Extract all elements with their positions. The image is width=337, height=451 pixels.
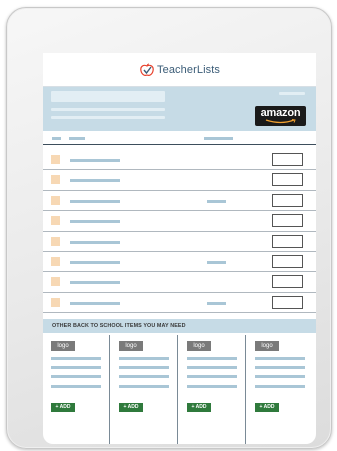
- list-item: [43, 210, 316, 232]
- list-item: [43, 190, 316, 212]
- product-text-placeholder: [119, 375, 169, 378]
- product-text-placeholder: [51, 385, 101, 388]
- add-product-button[interactable]: + ADD: [51, 403, 75, 412]
- item-checkbox[interactable]: [51, 277, 60, 287]
- tablet-screen: TeacherLists amazon OTHER BACK TO SCHOOL…: [43, 53, 316, 444]
- product-text-placeholder: [51, 366, 101, 369]
- product-text-placeholder: [255, 366, 305, 369]
- add-product-button[interactable]: + ADD: [119, 403, 143, 412]
- quantity-input[interactable]: [272, 173, 303, 187]
- product-card: logo + ADD: [111, 335, 178, 444]
- tablet-frame: TeacherLists amazon OTHER BACK TO SCHOOL…: [6, 7, 332, 449]
- quantity-input[interactable]: [272, 234, 303, 248]
- product-text-placeholder: [187, 385, 237, 388]
- item-price-placeholder: [207, 261, 226, 264]
- hero-line-placeholder: [51, 108, 165, 111]
- other-items-heading: OTHER BACK TO SCHOOL ITEMS YOU MAY NEED: [52, 323, 186, 329]
- column-header-checkbox: [52, 137, 61, 140]
- hero-line-placeholder: [51, 116, 165, 119]
- item-checkbox[interactable]: [51, 297, 60, 307]
- apple-check-icon: [140, 63, 154, 76]
- quantity-input[interactable]: [272, 153, 303, 166]
- product-text-placeholder: [255, 385, 305, 388]
- item-checkbox[interactable]: [51, 257, 60, 266]
- product-text-placeholder: [187, 357, 237, 360]
- product-text-placeholder: [119, 366, 169, 369]
- product-card: logo + ADD: [179, 335, 246, 444]
- quantity-input[interactable]: [272, 193, 303, 207]
- product-logo: logo: [119, 341, 143, 351]
- list-item: [43, 251, 316, 273]
- item-name-placeholder: [70, 179, 120, 183]
- product-text-placeholder: [51, 357, 101, 360]
- item-checkbox[interactable]: [51, 236, 60, 246]
- item-name-placeholder: [70, 281, 120, 285]
- list-column-header: [43, 131, 316, 145]
- product-text-placeholder: [255, 357, 305, 360]
- item-checkbox[interactable]: [51, 175, 60, 185]
- product-text-placeholder: [187, 375, 237, 378]
- quantity-input[interactable]: [272, 275, 303, 289]
- item-name-placeholder: [70, 220, 120, 224]
- product-text-placeholder: [187, 366, 237, 369]
- item-name-placeholder: [70, 301, 120, 305]
- list-item: [43, 231, 316, 252]
- list-item: [43, 271, 316, 293]
- hero-title-placeholder: [51, 91, 165, 102]
- list-hero-banner: amazon: [43, 87, 316, 131]
- quantity-input[interactable]: [272, 295, 303, 309]
- item-checkbox[interactable]: [51, 216, 60, 226]
- item-name-placeholder: [70, 199, 120, 203]
- item-checkbox[interactable]: [51, 195, 60, 205]
- column-header-item: [69, 137, 85, 140]
- brand-name: TeacherLists: [157, 63, 220, 76]
- amazon-smile-icon: [265, 119, 296, 124]
- product-card: logo + ADD: [43, 335, 110, 444]
- amazon-button-label: amazon: [260, 107, 301, 119]
- item-price-placeholder: [207, 199, 226, 203]
- list-item: [43, 169, 316, 191]
- quantity-input[interactable]: [272, 255, 303, 268]
- list-item: [43, 149, 316, 171]
- item-name-placeholder: [70, 261, 120, 264]
- add-product-button[interactable]: + ADD: [187, 403, 211, 412]
- amazon-button[interactable]: amazon: [255, 106, 306, 126]
- add-product-button[interactable]: + ADD: [255, 403, 279, 412]
- product-text-placeholder: [51, 375, 101, 378]
- other-items-header: OTHER BACK TO SCHOOL ITEMS YOU MAY NEED: [43, 319, 316, 333]
- list-item: [43, 292, 316, 314]
- hero-right-placeholder: [279, 92, 305, 95]
- item-price-placeholder: [207, 301, 226, 305]
- product-text-placeholder: [119, 357, 169, 360]
- quantity-input[interactable]: [272, 214, 303, 228]
- product-logo: logo: [187, 341, 211, 351]
- product-text-placeholder: [255, 375, 305, 378]
- brand-header: TeacherLists: [43, 53, 316, 87]
- product-card: logo + ADD: [247, 335, 313, 444]
- product-logo: logo: [51, 341, 75, 351]
- item-name-placeholder: [70, 159, 120, 162]
- column-header-price: [204, 137, 233, 140]
- item-checkbox[interactable]: [51, 155, 60, 164]
- product-text-placeholder: [119, 385, 169, 388]
- item-name-placeholder: [70, 240, 120, 244]
- product-grid: logo + ADD logo + ADD logo + ADD logo + ADD: [43, 335, 316, 444]
- product-logo: logo: [255, 341, 279, 351]
